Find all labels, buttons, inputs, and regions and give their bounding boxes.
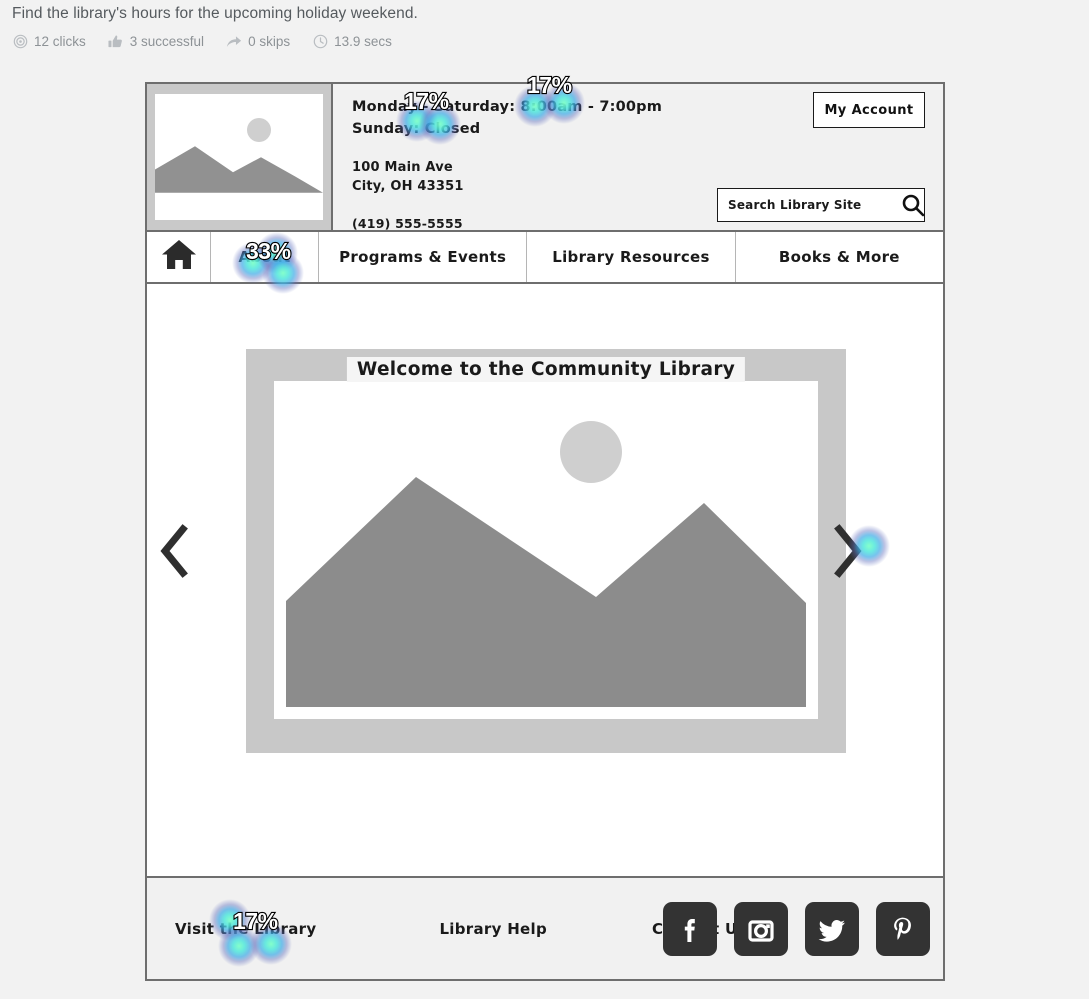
nav-item-about[interactable]: About [211, 232, 319, 282]
nav-item-resources[interactable]: Library Resources [527, 232, 736, 282]
footer-link-help[interactable]: Library Help [439, 920, 547, 938]
twitter-icon[interactable] [805, 901, 859, 956]
image-placeholder-icon [286, 393, 806, 707]
logo-image [155, 94, 323, 220]
header-actions: My Account [683, 84, 943, 230]
page-title: Find the library's hours for the upcomin… [12, 5, 418, 22]
header-info: Monday - Saturday: 8:00am - 7:00pm Sunda… [333, 84, 943, 231]
stat-skips: 0 skips [226, 33, 290, 49]
task-stats: 12 clicks 3 successful 0 skips 13.9 secs [12, 33, 1089, 49]
clock-icon [312, 33, 328, 49]
task-header: Find the library's hours for the upcomin… [0, 0, 1089, 49]
nav-item-programs[interactable]: Programs & Events [319, 232, 528, 282]
thumbs-up-icon [108, 33, 124, 49]
image-placeholder-icon [155, 94, 323, 220]
social-links [663, 901, 930, 956]
hero-carousel: Welcome to the Community Library [160, 349, 862, 753]
nav-item-about-label: About [238, 248, 291, 266]
stat-time-label: 13.9 secs [334, 33, 392, 49]
search-box[interactable] [717, 188, 925, 222]
skip-arrow-icon [226, 33, 242, 49]
nav-item-programs-label: Programs & Events [339, 248, 507, 266]
site-nav: About Programs & Events Library Resource… [147, 232, 943, 284]
stat-successful: 3 successful [108, 33, 204, 49]
stat-successful-label: 3 successful [129, 33, 205, 49]
search-icon[interactable] [900, 192, 926, 218]
site-header: Monday - Saturday: 8:00am - 7:00pm Sunda… [147, 84, 943, 232]
carousel-prev-button[interactable] [157, 524, 191, 578]
site-footer: Visit the Library Library Help Contact U… [147, 876, 943, 979]
carousel-next-button[interactable] [831, 524, 865, 578]
nav-item-books-label: Books & More [778, 248, 900, 266]
stat-clicks: 12 clicks [12, 33, 86, 49]
carousel-slide[interactable] [274, 381, 818, 719]
nav-item-books[interactable]: Books & More [736, 232, 943, 282]
search-input[interactable] [726, 197, 900, 213]
pinterest-icon[interactable] [876, 901, 930, 956]
sidebar-item-home[interactable] [147, 232, 211, 282]
home-icon [160, 238, 198, 276]
nav-item-resources-label: Library Resources [552, 248, 710, 266]
logo-placeholder [147, 84, 333, 230]
stat-clicks-label: 12 clicks [34, 33, 86, 49]
library-site-frame: Monday - Saturday: 8:00am - 7:00pm Sunda… [145, 82, 945, 981]
stat-skips-label: 0 skips [248, 33, 291, 49]
instagram-icon[interactable] [734, 901, 788, 956]
stat-time: 13.9 secs [312, 33, 392, 49]
facebook-icon[interactable] [663, 901, 717, 956]
target-icon [12, 33, 28, 49]
my-account-button[interactable]: My Account [813, 92, 925, 128]
site-main: Welcome to the Community Library [147, 284, 943, 876]
footer-link-visit[interactable]: Visit the Library [175, 920, 316, 938]
carousel-title: Welcome to the Community Library [346, 357, 746, 382]
